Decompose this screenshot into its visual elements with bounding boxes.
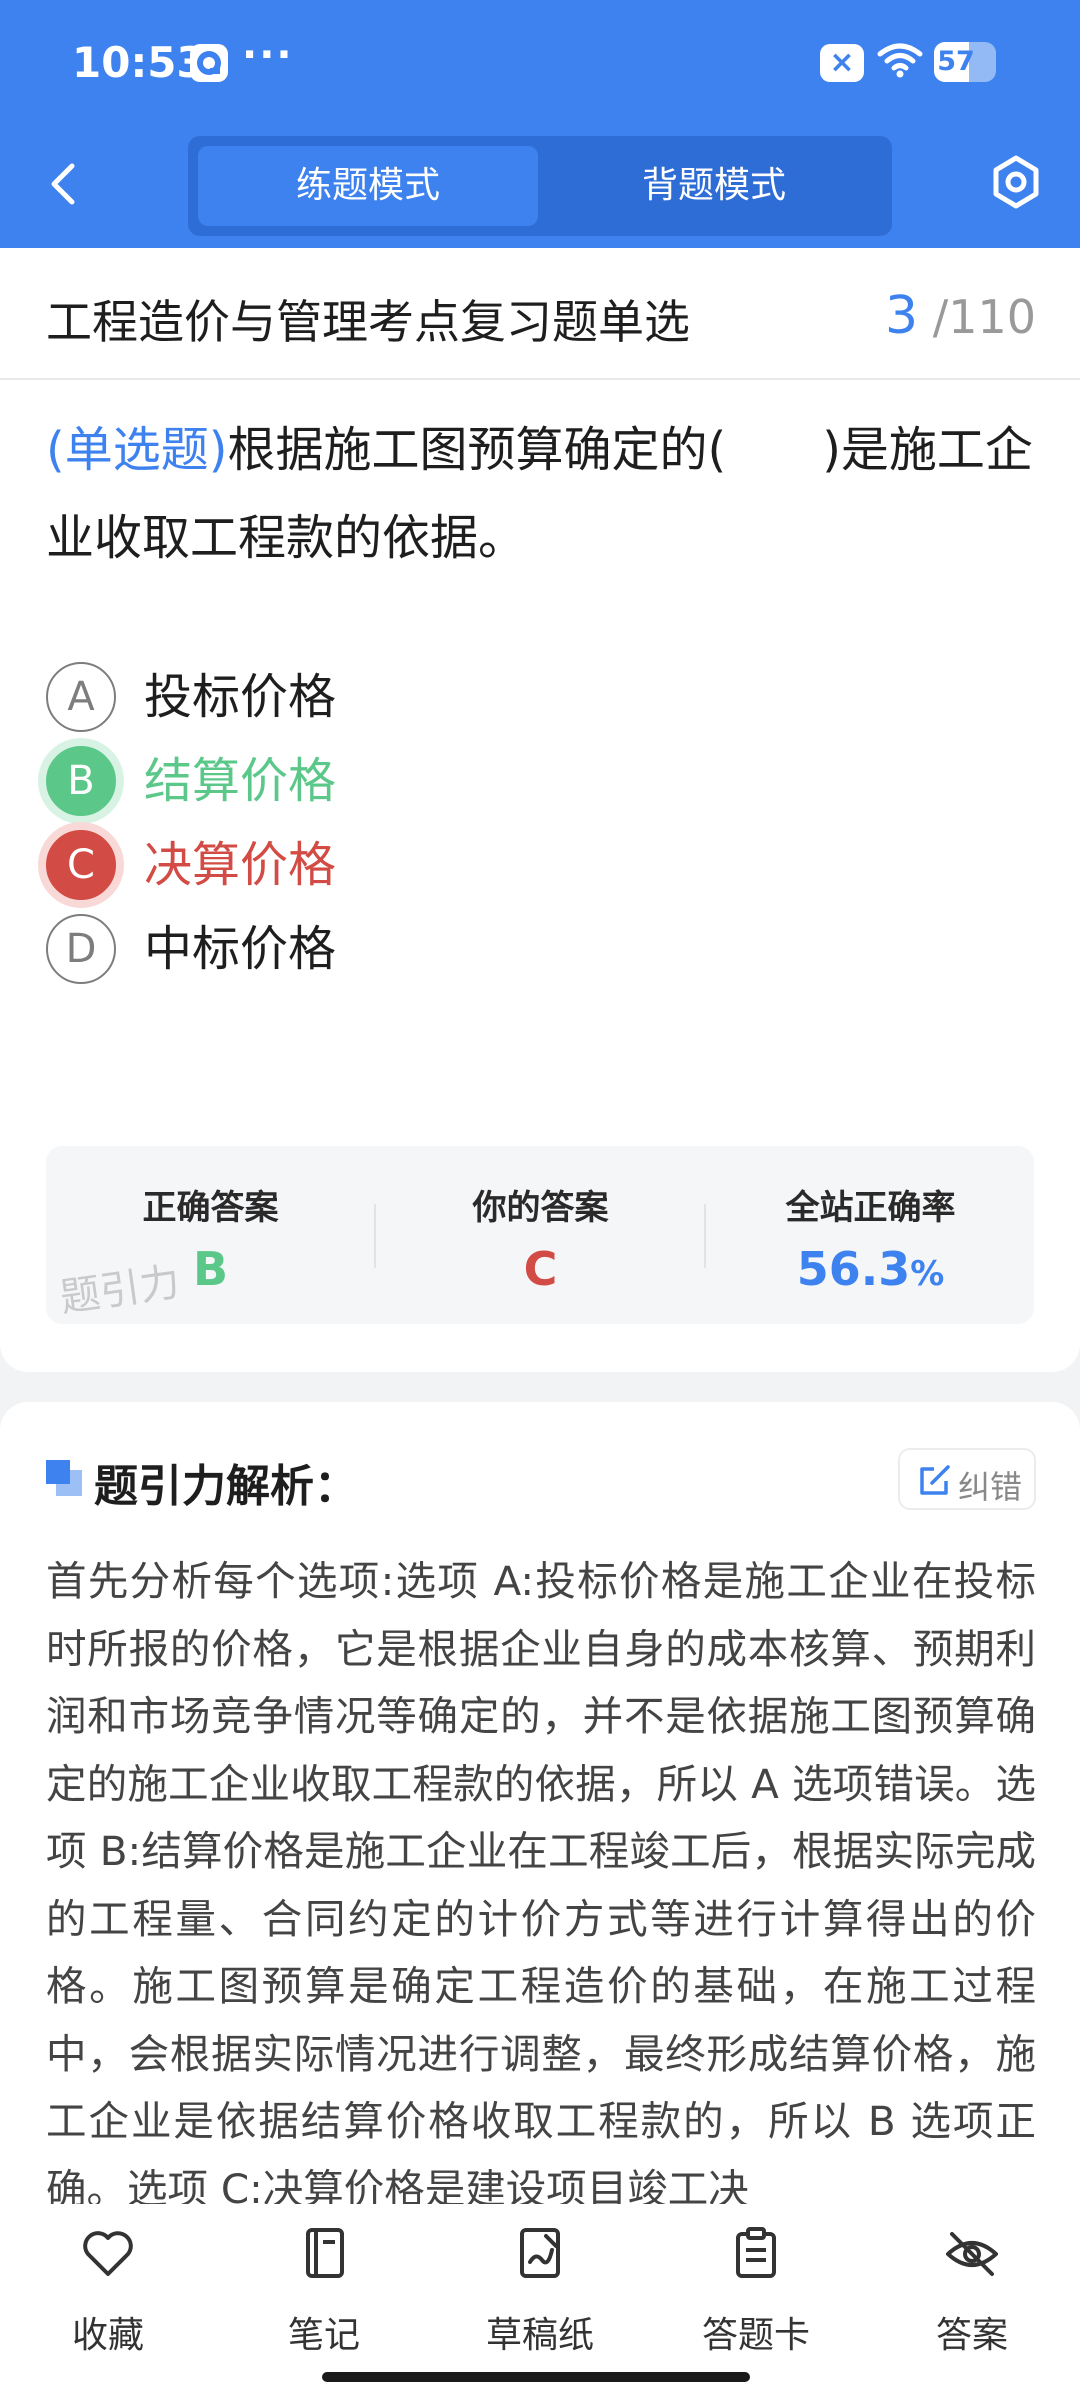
tab-practice-mode[interactable]: 练题模式 <box>198 146 538 226</box>
hexagon-settings-icon <box>993 155 1039 209</box>
eye-off-icon <box>946 2232 998 2276</box>
answer-sheet-label: 答题卡 <box>701 2315 810 2356</box>
site-accuracy-label: 全站正确率 <box>785 1188 956 1228</box>
question-type-label: (单选题) <box>46 422 228 478</box>
heart-icon <box>83 2231 133 2276</box>
tab-memorize-mode[interactable]: 背题模式 <box>544 146 884 226</box>
report-error-label: 纠错 <box>958 1468 1023 1506</box>
option-text: 投标价格 <box>144 669 337 725</box>
correct-answer-label: 正确答案 <box>142 1188 279 1228</box>
notes-label: 笔记 <box>287 2315 360 2356</box>
your-answer-label: 你的答案 <box>472 1188 609 1228</box>
exam-title-row: 工程造价与管理考点复习题单选 3 /110 <box>0 248 1080 380</box>
option-d[interactable]: D 中标价格 <box>42 904 942 994</box>
scratch-paper-button[interactable]: 草稿纸 <box>432 2226 648 2356</box>
battery-icon: 57 <box>934 42 996 82</box>
question-card: 工程造价与管理考点复习题单选 3 /110 (单选题)根据施工图预算确定的( )… <box>0 248 1080 1372</box>
answer-summary: 正确答案 B 你的答案 C 全站正确率 56.3% 题引力 <box>46 1146 1034 1324</box>
option-b[interactable]: B 结算价格 <box>42 736 942 826</box>
app-notification-icon <box>190 44 228 82</box>
notebook-icon <box>306 2228 344 2278</box>
show-answer-label: 答案 <box>935 2315 1008 2356</box>
favorite-label: 收藏 <box>71 2315 144 2356</box>
option-c[interactable]: C 决算价格 <box>42 820 942 910</box>
option-text: 结算价格 <box>144 753 337 809</box>
option-letter: C <box>46 830 116 900</box>
progress-separator: / <box>932 290 949 344</box>
option-text: 中标价格 <box>144 921 337 977</box>
wifi-icon <box>876 40 924 80</box>
battery-percent: 57 <box>937 46 975 77</box>
your-answer-value: C <box>523 1242 558 1296</box>
clipboard-icon <box>736 2227 776 2278</box>
total-question-count: 110 <box>948 290 1036 344</box>
report-error-button[interactable]: 纠错 <box>898 1448 1036 1510</box>
bottom-toolbar: 收藏 笔记 草稿纸 答题卡 答案 <box>0 2204 1080 2400</box>
scratch-paper-label: 草稿纸 <box>485 2315 594 2356</box>
notes-button[interactable]: 笔记 <box>216 2226 432 2356</box>
question-progress: 3 /110 <box>885 286 1036 346</box>
status-time: 10:53 <box>72 38 206 87</box>
analysis-title: 题引力解析： <box>94 1461 358 1512</box>
analysis-text: 首先分析每个选项:选项 A:投标价格是施工企业在投标时所报的价格，它是根据企业自… <box>46 1557 1036 2213</box>
option-letter: B <box>46 746 116 816</box>
scratch-paper-icon <box>520 2228 560 2278</box>
exam-title: 工程造价与管理考点复习题单选 <box>46 295 690 349</box>
mode-switch: 练题模式 背题模式 <box>188 136 892 236</box>
app-header: 10:53 ··· × 57 练题模式 背题模式 <box>0 0 1080 248</box>
favorite-button[interactable]: 收藏 <box>0 2226 216 2356</box>
home-indicator[interactable] <box>322 2372 750 2382</box>
option-letter: D <box>46 914 116 984</box>
option-text: 决算价格 <box>144 837 337 893</box>
back-button[interactable] <box>40 156 90 212</box>
answer-sheet-button[interactable]: 答题卡 <box>648 2226 864 2356</box>
analysis-header: 题引力解析： 纠错 <box>46 1448 1036 1512</box>
site-accuracy-value: 56.3% <box>706 1242 1034 1296</box>
chevron-left-icon <box>51 163 75 205</box>
site-accuracy: 全站正确率 56.3% <box>706 1146 1034 1324</box>
question-stem: (单选题)根据施工图预算确定的( )是施工企业收取工程款的依据。 <box>46 406 1040 582</box>
status-bar: 10:53 ··· × 57 <box>0 30 1080 94</box>
option-letter: A <box>46 662 116 732</box>
more-notifications-icon: ··· <box>242 32 294 78</box>
option-a[interactable]: A 投标价格 <box>42 652 942 742</box>
mute-icon: × <box>820 44 864 82</box>
accuracy-unit: % <box>910 1254 945 1294</box>
show-answer-button[interactable]: 答案 <box>864 2226 1080 2356</box>
settings-button[interactable] <box>988 152 1044 214</box>
your-answer: 你的答案 C <box>376 1146 705 1324</box>
current-question-number: 3 <box>884 286 919 346</box>
edit-icon <box>920 1465 950 1495</box>
analysis-squares-icon <box>46 1460 84 1498</box>
accuracy-number: 56.3 <box>796 1242 911 1296</box>
